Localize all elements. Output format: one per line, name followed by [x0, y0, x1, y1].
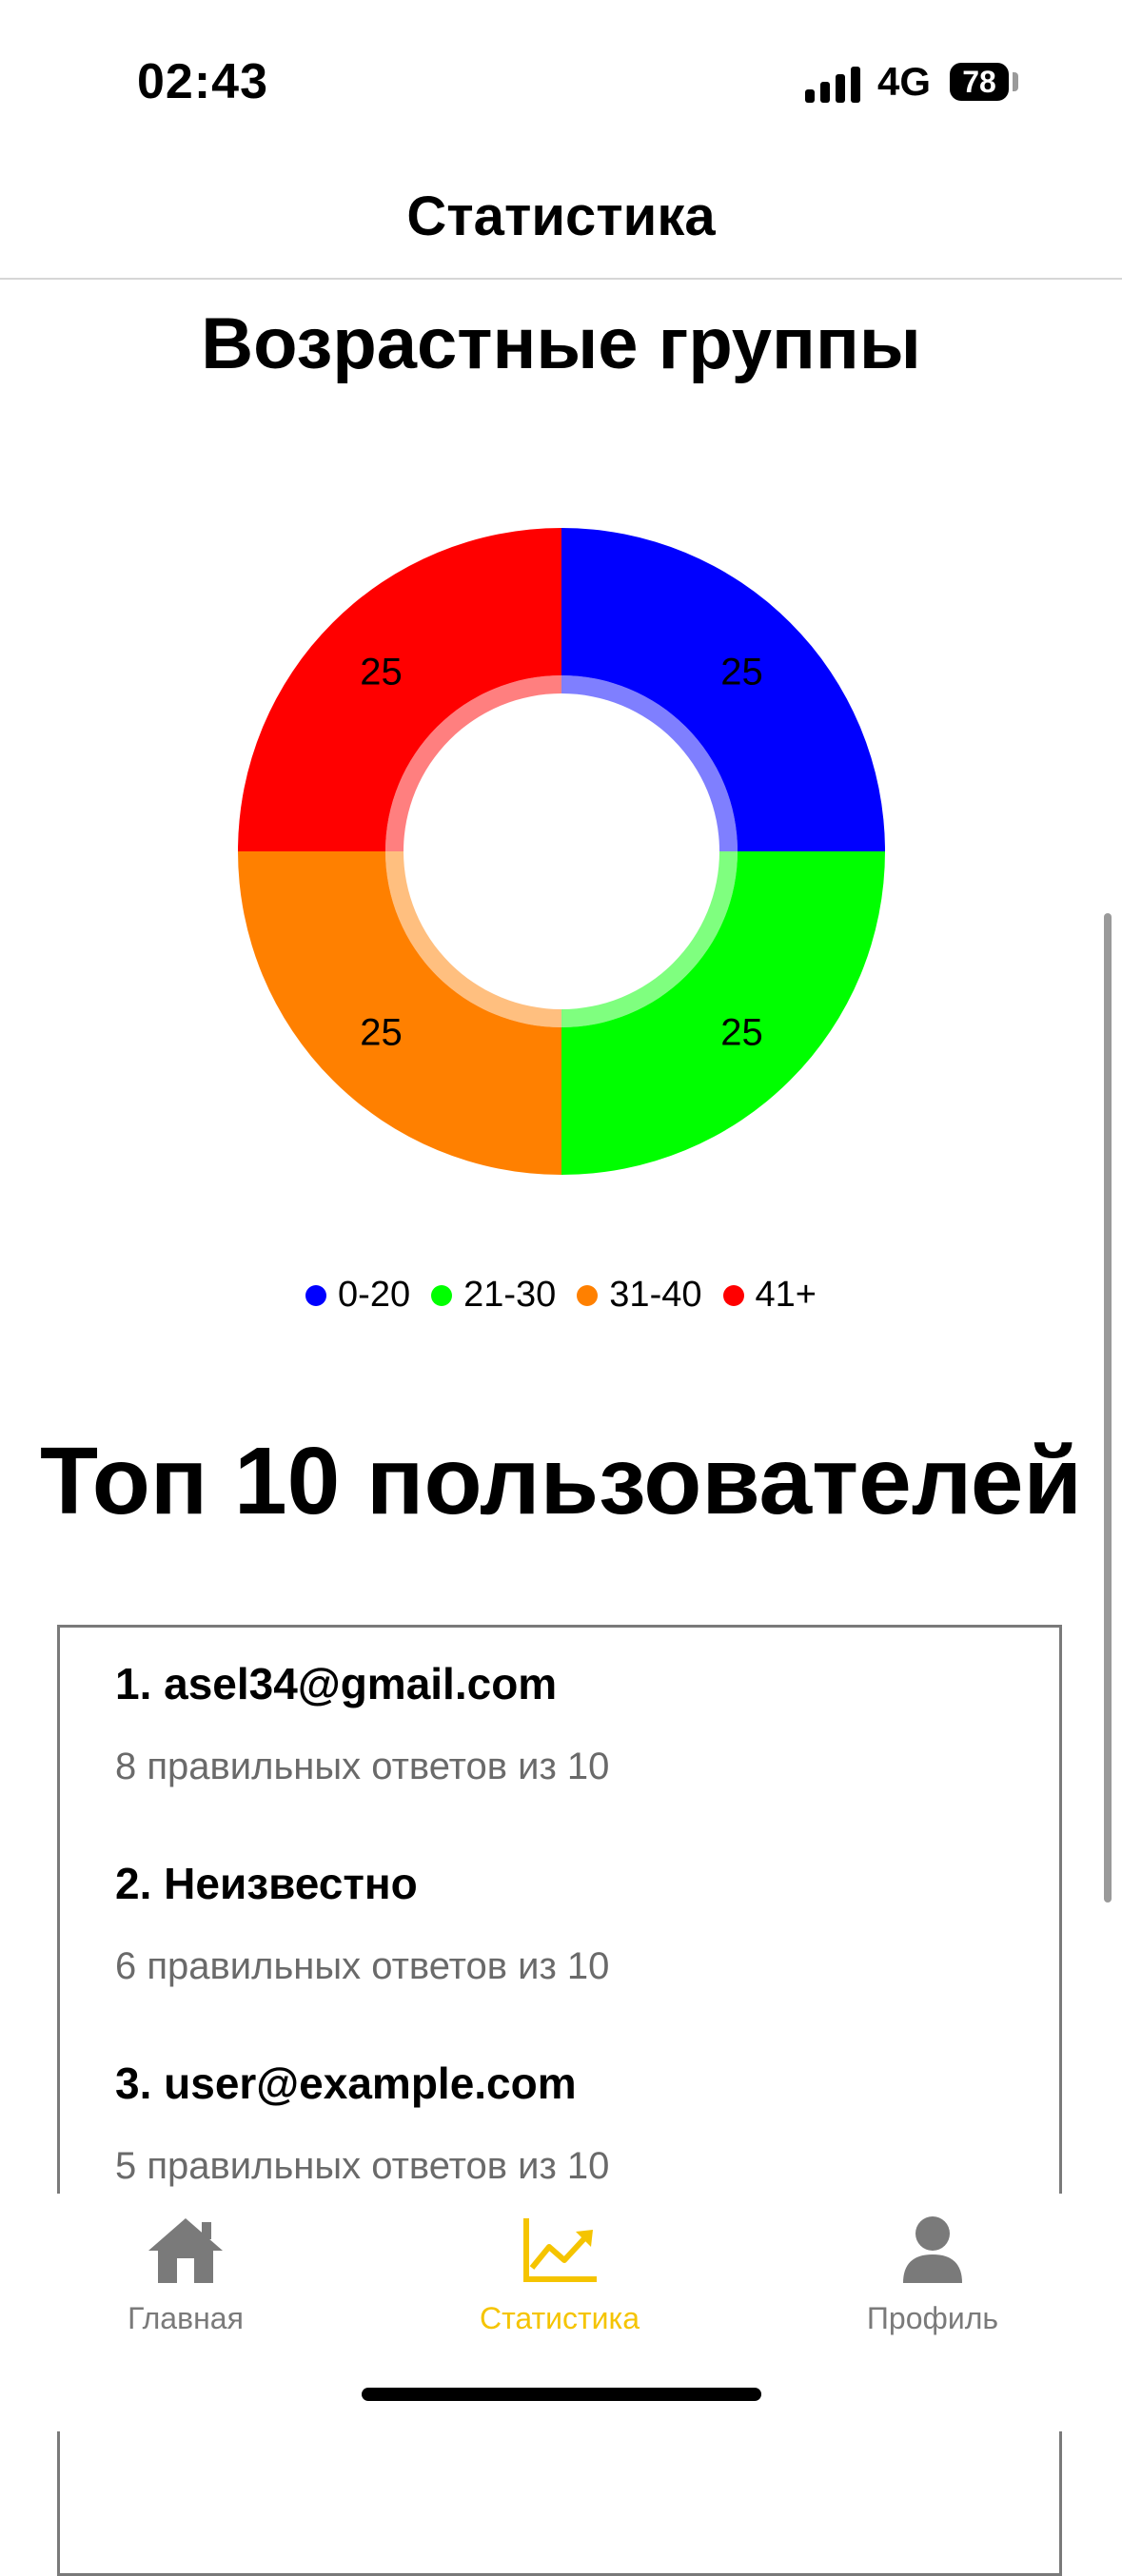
- profile-icon: [903, 2216, 962, 2283]
- user-score: 5 правильных ответов из 10: [115, 2145, 610, 2187]
- cellular-signal-icon: [805, 65, 862, 103]
- legend-item: 21-30: [431, 1275, 556, 1316]
- battery-icon: 78: [950, 63, 1009, 101]
- tab-profile[interactable]: Профиль: [790, 2213, 1075, 2336]
- legend-label: 21-30: [463, 1275, 557, 1315]
- donut-chart-svg: 25 25 25 25: [238, 528, 885, 1175]
- slice-value-label: 25: [720, 1012, 763, 1054]
- age-groups-chart: 25 25 25 25: [228, 518, 895, 1184]
- tab-statistics[interactable]: Статистика: [417, 2213, 702, 2336]
- page-title: Статистика: [406, 185, 716, 247]
- legend-dot: [431, 1284, 453, 1306]
- battery-tip: [1013, 72, 1018, 91]
- legend-item: 31-40: [577, 1275, 702, 1316]
- user-name: 1. asel34@gmail.com: [115, 1659, 558, 1708]
- user-name: 2. Неизвестно: [115, 1859, 418, 1908]
- legend-dot: [305, 1284, 327, 1306]
- chart-legend: 0-20 21-30 31-40 41+: [0, 1275, 1122, 1316]
- legend-label: 31-40: [609, 1275, 702, 1315]
- scrollbar[interactable]: [1104, 913, 1112, 1903]
- tab-label: Статистика: [479, 2301, 640, 2335]
- navigation-header: Статистика: [0, 171, 1122, 280]
- legend-label: 0-20: [338, 1275, 411, 1315]
- status-time: 02:43: [137, 54, 268, 109]
- legend-dot: [577, 1284, 599, 1306]
- list-item: 1. asel34@gmail.com 8 правильных ответов…: [115, 1658, 609, 1788]
- home-indicator: [362, 2388, 761, 2401]
- user-score: 8 правильных ответов из 10: [115, 1746, 610, 1787]
- slice-value-label: 25: [360, 651, 403, 693]
- top-users-title: Топ 10 пользователей: [39, 1428, 1083, 1534]
- home-icon: [148, 2218, 223, 2283]
- legend-item: 0-20: [305, 1275, 410, 1316]
- tab-home[interactable]: Главная: [43, 2213, 328, 2336]
- user-name: 3. user@example.com: [115, 2059, 577, 2108]
- legend-item: 41+: [722, 1275, 817, 1316]
- legend-dot: [722, 1284, 744, 1306]
- list-item: 2. Неизвестно 6 правильных ответов из 10: [115, 1858, 609, 1988]
- slice-value-label: 25: [360, 1012, 403, 1054]
- legend-label: 41+: [755, 1275, 817, 1315]
- slice-value-label: 25: [720, 651, 763, 693]
- list-item: 3. user@example.com 5 правильных ответов…: [115, 2058, 609, 2188]
- status-bar: 02:43 4G 78: [0, 0, 1122, 166]
- user-score: 6 правильных ответов из 10: [115, 1945, 610, 1987]
- age-groups-title: Возрастные группы: [201, 303, 921, 384]
- tab-label: Профиль: [866, 2301, 999, 2335]
- tab-label: Главная: [128, 2301, 244, 2335]
- top-users-list: 1. asel34@gmail.com 8 правильных ответов…: [57, 1625, 1062, 2576]
- chart-line-icon: [523, 2218, 597, 2282]
- network-type: 4G: [877, 59, 932, 104]
